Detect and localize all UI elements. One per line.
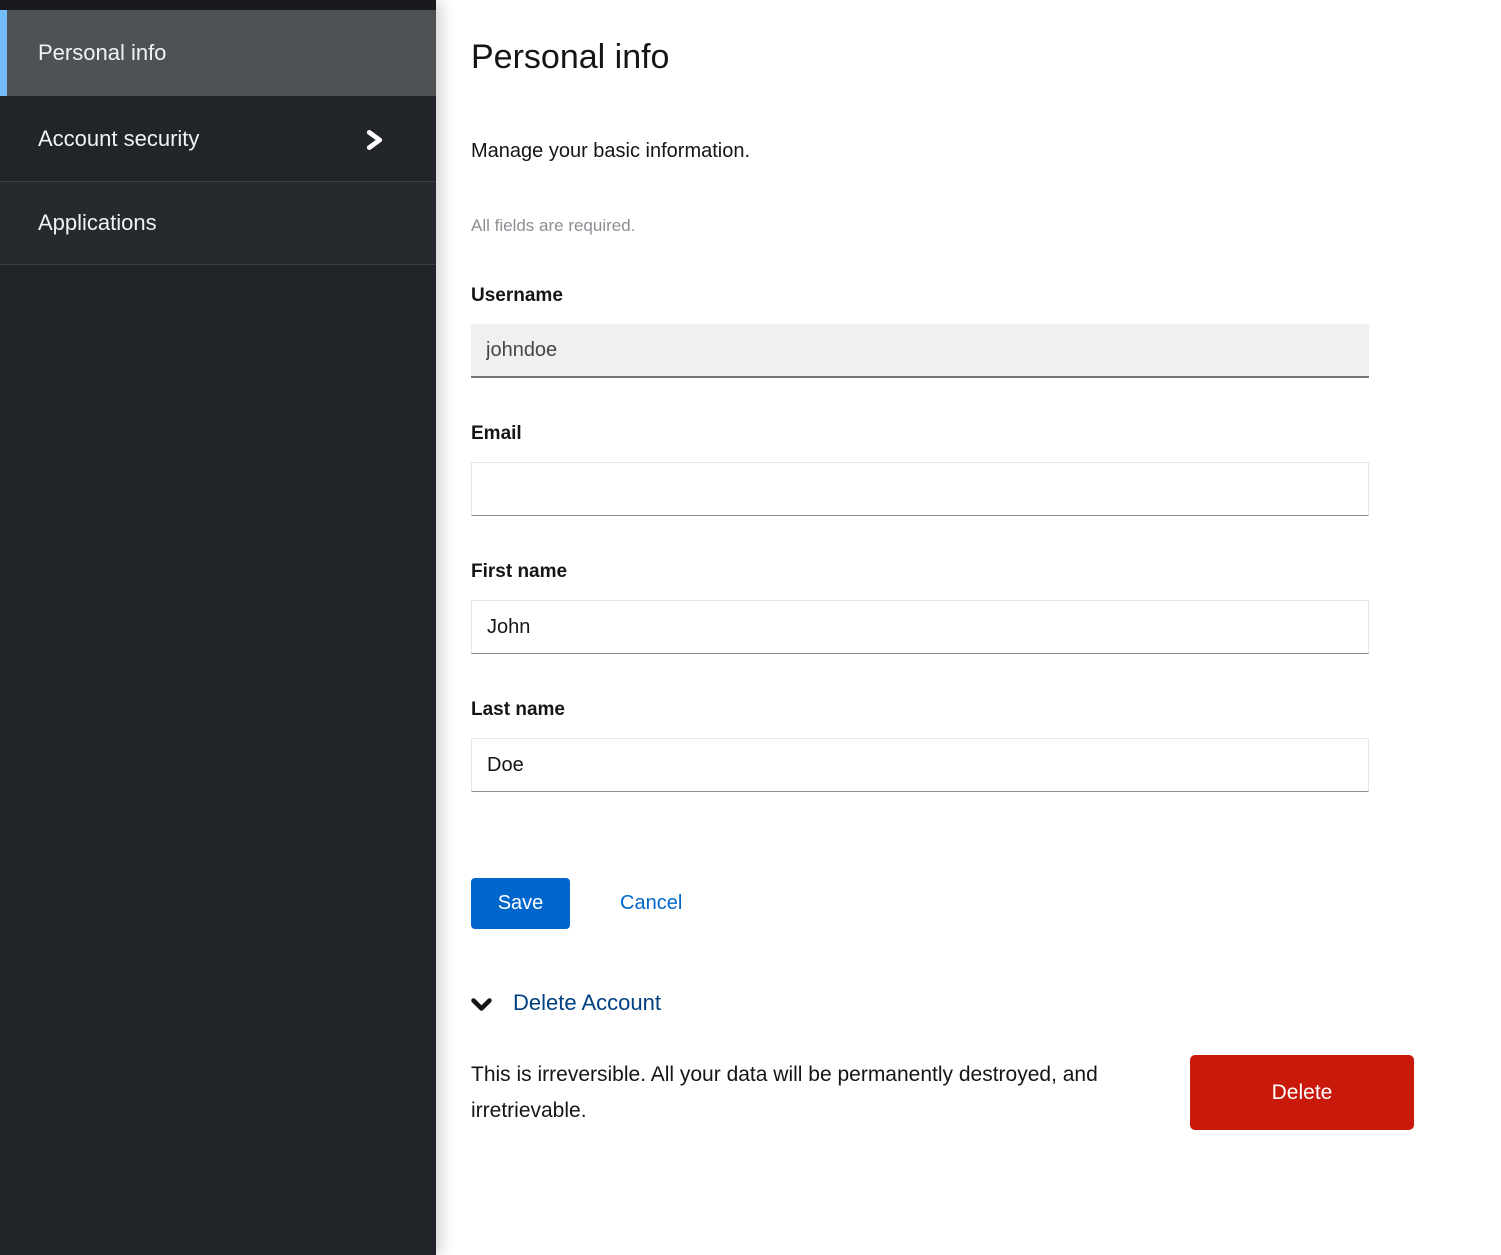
delete-account-link[interactable]: Delete Account [513, 990, 661, 1016]
email-label: Email [471, 424, 1369, 444]
personal-info-form: Username Email First name Last name Save… [471, 286, 1369, 929]
sidebar-item-account-security[interactable]: Account security [0, 96, 436, 181]
sidebar-nav: Personal info Account security Applicati… [0, 10, 436, 265]
username-label: Username [471, 286, 1369, 306]
account-console-app: Personal info Account security Applicati… [0, 0, 1501, 1255]
sidebar-item-label: Account security [38, 126, 199, 152]
sidebar-item-personal-info[interactable]: Personal info [0, 10, 436, 96]
first-name-label: First name [471, 562, 1369, 582]
first-name-field[interactable] [471, 600, 1369, 654]
sidebar-item-label: Applications [38, 210, 157, 236]
cancel-button[interactable]: Cancel [620, 892, 682, 915]
sidebar: Personal info Account security Applicati… [0, 0, 436, 1255]
chevron-down-icon [471, 998, 492, 1012]
sidebar-item-applications[interactable]: Applications [0, 181, 436, 265]
page-subtitle: Manage your basic information. [471, 140, 1501, 162]
username-field-group: Username [471, 286, 1369, 378]
last-name-label: Last name [471, 700, 1369, 720]
required-fields-note: All fields are required. [471, 216, 1501, 236]
delete-account-section: This is irreversible. All your data will… [471, 1055, 1414, 1130]
delete-button[interactable]: Delete [1190, 1055, 1414, 1130]
chevron-right-icon [365, 129, 384, 151]
sidebar-item-label: Personal info [38, 40, 166, 66]
email-field-group: Email [471, 424, 1369, 516]
delete-warning-text: This is irreversible. All your data will… [471, 1055, 1151, 1129]
first-name-field-group: First name [471, 562, 1369, 654]
email-field[interactable] [471, 462, 1369, 516]
last-name-field[interactable] [471, 738, 1369, 792]
last-name-field-group: Last name [471, 700, 1369, 792]
sidebar-top-strip [0, 0, 436, 10]
delete-account-toggle[interactable]: Delete Account [471, 991, 1501, 1015]
username-input [471, 324, 1369, 378]
form-actions: Save Cancel [471, 878, 1369, 929]
save-button[interactable]: Save [471, 878, 570, 929]
page-title: Personal info [471, 38, 1501, 76]
main-content: Personal info Manage your basic informat… [436, 0, 1501, 1255]
